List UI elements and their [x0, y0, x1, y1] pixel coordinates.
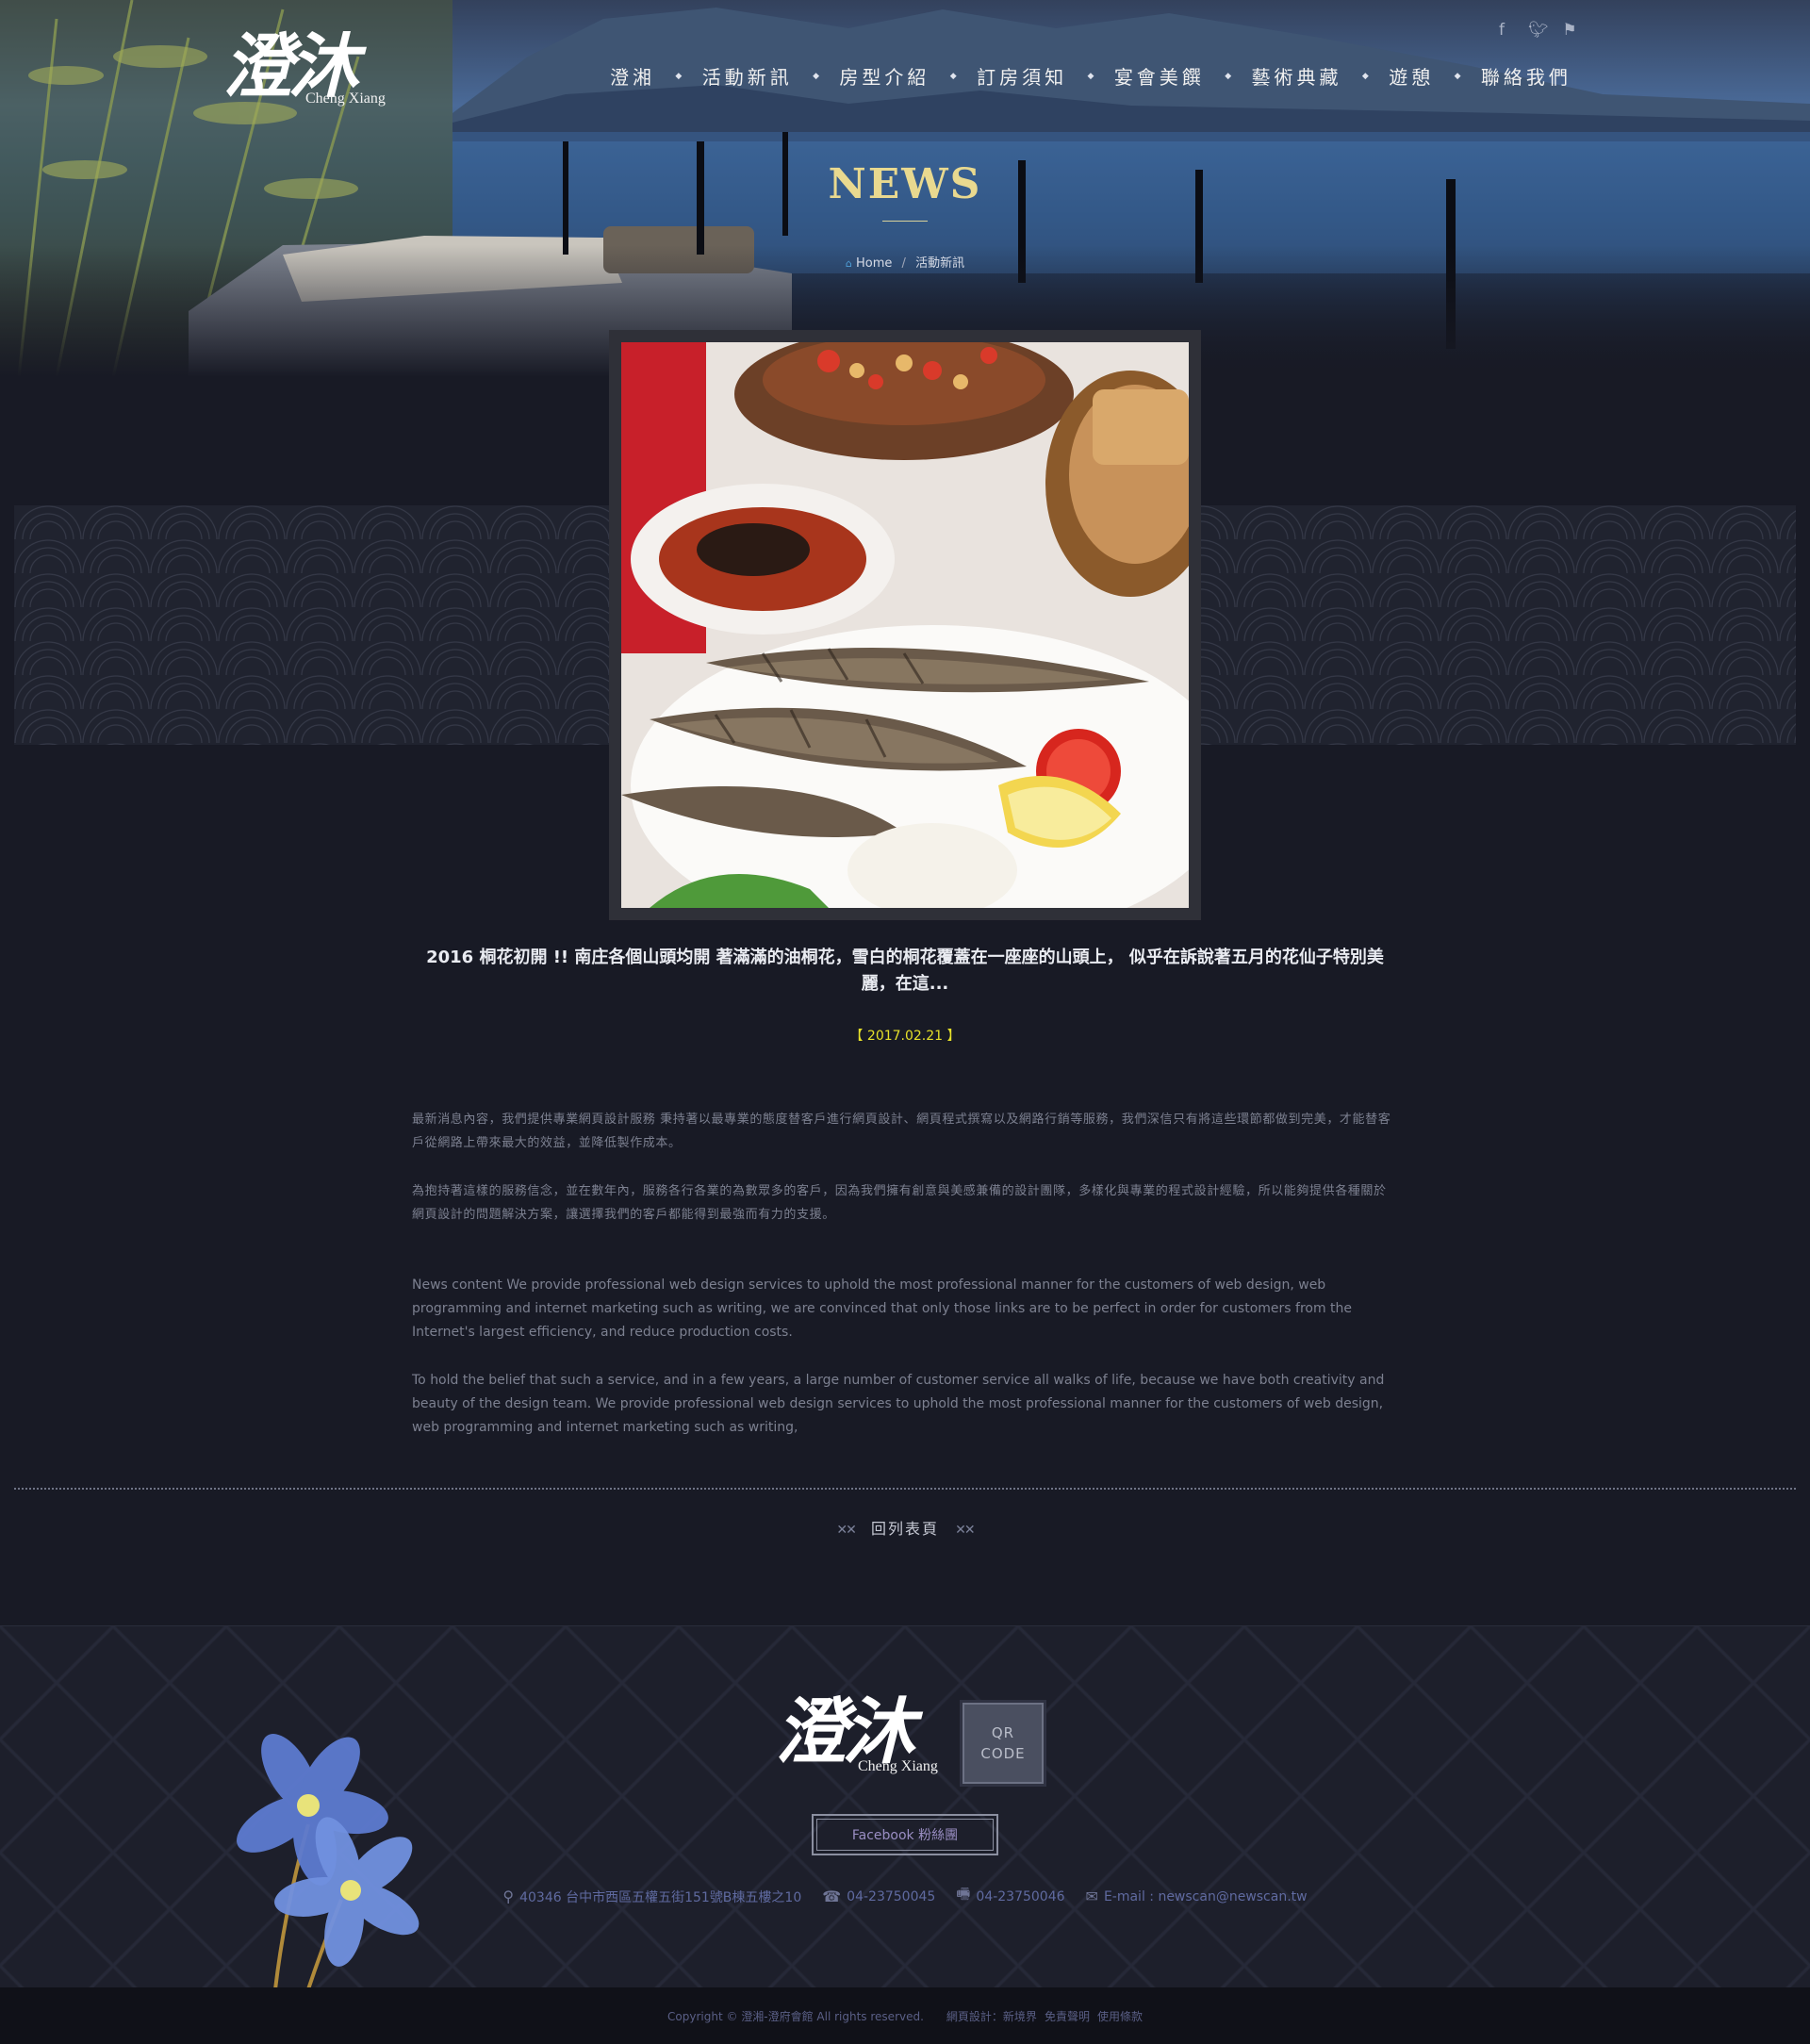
nav-item-booking[interactable]: 訂房須知 [977, 62, 1067, 90]
flag-icon[interactable]: ⚑ [1562, 21, 1577, 40]
contact-info: ⚲ 40346 台中市西區五權五街151號B棟五樓之10 ☎ 04-237500… [0, 1884, 1810, 1909]
nav-item-leisure[interactable]: 遊憩 [1389, 62, 1434, 90]
decor-right-icon: ✕✕ [955, 1523, 976, 1538]
title-underline [882, 221, 928, 222]
article-paragraph: To hold the belief that such a service, … [412, 1373, 1385, 1435]
decor-left-icon: ✕✕ [836, 1523, 857, 1538]
nav-item-art[interactable]: 藝術典藏 [1252, 62, 1342, 90]
location-pin-icon: ⚲ [502, 1887, 515, 1905]
nav-item-news[interactable]: 活動新訊 [702, 62, 793, 90]
nav-item-chengxiang[interactable]: 澄湘 [610, 62, 655, 90]
phone-text[interactable]: 04-23750045 [847, 1889, 935, 1904]
page-title: NEWS [828, 160, 982, 208]
home-icon: ⌂ [845, 257, 852, 270]
phone-icon: ☎ [822, 1887, 842, 1905]
copyright-text: Copyright © 澄湘-澄府會館 All rights reserved. [667, 2009, 924, 2023]
nav-separator-icon: ◆ [675, 71, 683, 81]
footer-logo-subtitle: Cheng Xiang [858, 1758, 938, 1774]
article-paragraph: News content We provide professional web… [412, 1278, 1353, 1340]
envelope-icon: ✉ [1085, 1887, 1098, 1905]
breadcrumb-current: 活動新訊 [915, 256, 965, 271]
facebook-fanpage-button[interactable]: Facebook 粉絲團 [812, 1814, 998, 1855]
article-image-frame [609, 330, 1201, 920]
email-item: ✉ E-mail : newscan@newscan.tw [1086, 1884, 1308, 1909]
nav-separator-icon: ◆ [949, 71, 957, 81]
main-nav: 澄湘 ◆ 活動新訊 ◆ 房型介紹 ◆ 訂房須知 ◆ 宴會美饌 ◆ 藝術典藏 ◆ … [610, 62, 1571, 90]
footer-link-designer[interactable]: 網頁設計：新境界 [946, 2008, 1037, 2024]
nav-separator-icon: ◆ [1087, 71, 1094, 81]
back-to-list-label: 回列表頁 [870, 1520, 939, 1538]
qr-label-line1: QR [991, 1724, 1015, 1741]
phone-item: ☎ 04-23750045 [822, 1884, 935, 1909]
address-item: ⚲ 40346 台中市西區五權五街151號B棟五樓之10 [502, 1884, 801, 1909]
fax-text: 04-23750046 [976, 1888, 1065, 1904]
section-divider [14, 1488, 1796, 1490]
footer-links: 網頁設計：新境界 免責聲明 使用條款 [946, 2008, 1143, 2024]
breadcrumb-home[interactable]: Home [856, 256, 892, 271]
grilled-fish-photo [621, 342, 1189, 908]
address-text: 40346 台中市西區五權五街151號B棟五樓之10 [519, 1889, 802, 1905]
footer-link-disclaimer[interactable]: 免責聲明 [1045, 2008, 1090, 2024]
back-to-list-link[interactable]: ✕✕ 回列表頁 ✕✕ [0, 1516, 1810, 1539]
nav-item-contact[interactable]: 聯絡我們 [1481, 62, 1571, 90]
site-logo[interactable]: 澄沐 Cheng Xiang [222, 25, 411, 119]
fax-item: 🖷︎ 04-23750046 [956, 1884, 1064, 1909]
copyright-bar: Copyright © 澄湘-澄府會館 All rights reserved.… [0, 1987, 1810, 2044]
article-headline: 2016 桐花初開 !! 南庄各個山頭均開 著滿滿的油桐花，雪白的桐花覆蓋在一座… [426, 948, 1384, 994]
flower-illustration [237, 1734, 420, 1989]
article-date: 【 2017.02.21 】 [849, 1029, 961, 1044]
nav-item-rooms[interactable]: 房型介紹 [839, 62, 930, 90]
nav-separator-icon: ◆ [1225, 71, 1232, 81]
email-text[interactable]: E-mail : newscan@newscan.tw [1104, 1889, 1308, 1904]
article-paragraph: 最新消息內容，我們提供專業網頁設計服務 秉持著以最專業的態度替客戶進行網頁設計、… [412, 1113, 1391, 1150]
fax-icon: 🖷︎ [956, 1885, 971, 1903]
twitter-icon[interactable]: 🐦︎ [1528, 21, 1549, 40]
social-links: f 🐦︎ ⚑ [1494, 21, 1577, 40]
qr-label-line2: CODE [980, 1745, 1026, 1762]
qr-code[interactable]: QR CODE [960, 1700, 1046, 1787]
footer-logo[interactable]: 澄沐 Cheng Xiang [775, 1690, 963, 1784]
nav-item-banquet[interactable]: 宴會美饌 [1114, 62, 1205, 90]
facebook-icon[interactable]: f [1494, 21, 1509, 40]
breadcrumb-separator: / [901, 256, 906, 271]
nav-separator-icon: ◆ [1361, 71, 1369, 81]
facebook-fanpage-label: Facebook 粉絲團 [816, 1819, 994, 1851]
logo-subtitle: Cheng Xiang [305, 91, 386, 107]
nav-separator-icon: ◆ [813, 71, 820, 81]
article-paragraph: 為抱持著這樣的服務信念，並在數年內，服務各行各業的為數眾多的客戶，因為我們擁有創… [412, 1184, 1387, 1222]
footer-link-terms[interactable]: 使用條款 [1097, 2008, 1143, 2024]
nav-separator-icon: ◆ [1454, 71, 1461, 81]
breadcrumb: ⌂ Home / 活動新訊 [0, 253, 1810, 271]
